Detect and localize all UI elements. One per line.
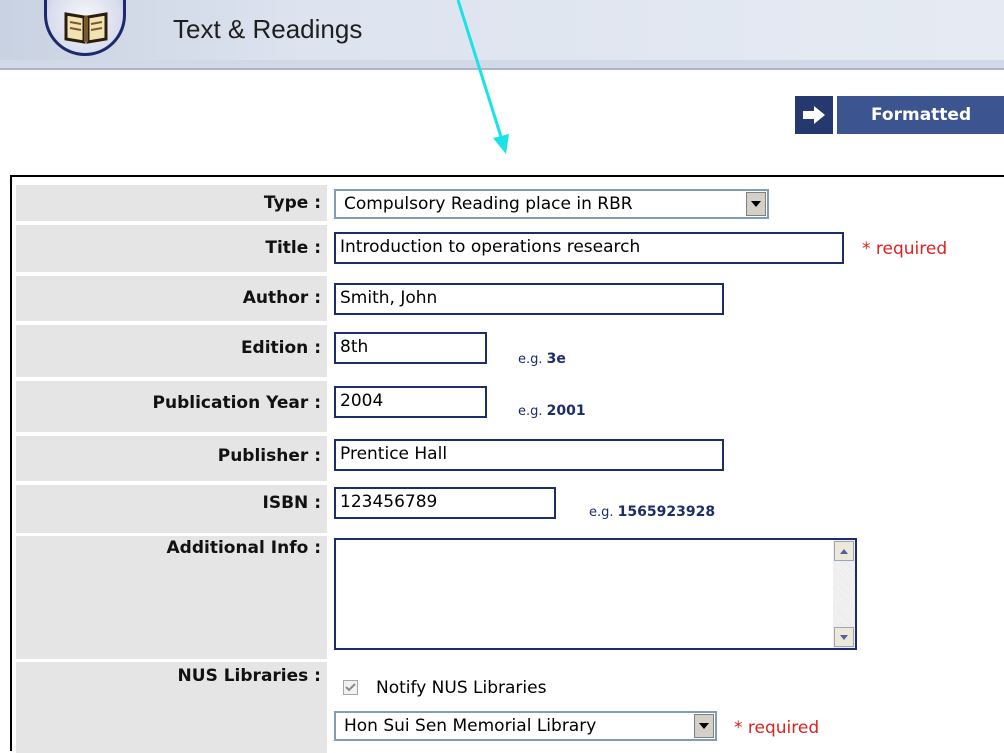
type-row: Type : Compulsory Reading place in RBR (16, 185, 1004, 221)
isbn-label: ISBN : (16, 485, 327, 533)
scroll-down-icon[interactable] (834, 627, 854, 647)
title-input[interactable]: Introduction to operations research (334, 232, 844, 264)
year-label: Publication Year : (16, 381, 327, 432)
author-input[interactable]: Smith, John (334, 283, 724, 315)
notify-libraries-label: Notify NUS Libraries (376, 678, 547, 698)
publisher-label: Publisher : (16, 436, 327, 481)
libraries-row: NUS Libraries : Notify NUS Libraries Hon… (16, 662, 1004, 753)
additional-row: Additional Info : (16, 536, 1004, 659)
year-row: Publication Year : 2004 e.g. 2001 (16, 381, 1004, 432)
title-required: * required (862, 239, 948, 259)
type-label: Type : (16, 185, 327, 221)
libraries-label: NUS Libraries : (16, 662, 327, 753)
isbn-input[interactable]: 123456789 (334, 487, 556, 519)
publisher-input[interactable]: Prentice Hall (334, 439, 724, 471)
author-row: Author : Smith, John (16, 276, 1004, 321)
textarea-scrollbar[interactable] (833, 540, 855, 648)
additional-info-textarea[interactable] (334, 538, 857, 650)
isbn-hint: e.g. 1565923928 (589, 504, 716, 520)
edition-hint: e.g. 3e (518, 351, 566, 367)
chevron-down-icon (746, 192, 766, 216)
edition-input[interactable]: 8th (334, 332, 487, 364)
title-label: Title : (16, 225, 327, 272)
publisher-row: Publisher : Prentice Hall (16, 436, 1004, 481)
reading-form: Type : Compulsory Reading place in RBR T… (10, 175, 1004, 753)
checkmark-icon (345, 683, 356, 692)
library-select[interactable]: Hon Sui Sen Memorial Library (334, 711, 717, 741)
notify-libraries-checkbox[interactable] (343, 680, 358, 695)
arrow-right-icon (795, 96, 833, 134)
title-row: Title : Introduction to operations resea… (16, 225, 1004, 272)
edition-row: Edition : 8th e.g. 3e (16, 325, 1004, 377)
isbn-row: ISBN : 123456789 e.g. 1565923928 (16, 485, 1004, 533)
formatted-label: Formatted (837, 96, 1004, 134)
scroll-up-icon[interactable] (834, 541, 854, 561)
author-label: Author : (16, 276, 327, 321)
formatted-button[interactable]: Formatted (795, 96, 1004, 134)
year-input[interactable]: 2004 (334, 386, 487, 418)
edition-label: Edition : (16, 325, 327, 377)
year-hint: e.g. 2001 (518, 403, 586, 419)
type-select[interactable]: Compulsory Reading place in RBR (334, 189, 769, 219)
chevron-down-icon (694, 714, 714, 738)
additional-label: Additional Info : (16, 536, 327, 659)
library-required: * required (734, 718, 820, 738)
